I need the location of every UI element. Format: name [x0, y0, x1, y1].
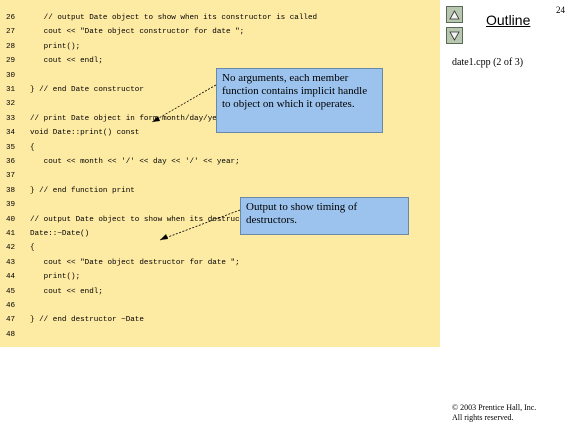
- previous-slide-button[interactable]: [446, 6, 463, 23]
- next-slide-button[interactable]: [446, 27, 463, 44]
- copyright-line-2: All rights reserved.: [452, 413, 514, 422]
- slide-number: 24: [556, 5, 565, 15]
- callout-member-function: No arguments, each member function conta…: [216, 68, 383, 133]
- copyright-line-1: © 2003 Prentice Hall, Inc.: [452, 403, 537, 412]
- triangle-up-icon: [449, 9, 460, 19]
- outline-link[interactable]: Outline: [486, 12, 530, 28]
- callout-destructor-output-text: Output to show timing of destructors.: [246, 201, 358, 226]
- callout-destructor-output: Output to show timing of destructors.: [240, 197, 409, 235]
- triangle-down-icon: [449, 31, 460, 41]
- file-label: date1.cpp (2 of 3): [452, 57, 524, 68]
- copyright: © 2003 Prentice Hall, Inc. All rights re…: [452, 403, 536, 423]
- callout-member-function-text: No arguments, each member function conta…: [222, 72, 368, 110]
